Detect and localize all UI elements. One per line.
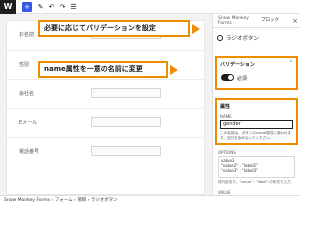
editor-toolbar: W + ✎ ↶ ↷ ☰ — [0, 0, 300, 14]
list-view-icon[interactable]: ☰ — [69, 2, 78, 12]
row-label: 電話番号 — [19, 149, 40, 155]
company-text-field[interactable] — [91, 88, 161, 98]
settings-sidebar: Snow Monkey Forms ブロック × ラジオボタン バリデーション … — [212, 14, 301, 195]
block-title: ラジオボタン — [226, 36, 259, 42]
tab-plugin[interactable]: Snow Monkey Forms — [218, 16, 254, 26]
row-label: 性別 — [19, 62, 30, 68]
options-help-text: 改行区切り。"value" : "label" の形式で入力 — [218, 180, 291, 184]
attributes-panel[interactable]: 属性 NAME gender この名前は、ボタンのname属性に使われます。空白… — [215, 98, 298, 145]
chevron-up-icon[interactable]: ⌃ — [289, 60, 293, 66]
name-attribute-input[interactable]: gender — [220, 120, 293, 129]
form-block: お名前 性別 value1 label2 label3 会社名 Eメール 電話番… — [6, 20, 206, 195]
options-label: OPTIONS — [218, 150, 236, 155]
name-field-label: NAME — [220, 114, 232, 119]
row-label: 会社名 — [19, 91, 35, 97]
row-label: Eメール — [19, 120, 38, 126]
validation-callout: 必要に応じてバリデーションを設定 — [38, 20, 190, 37]
undo-icon[interactable]: ↶ — [47, 2, 56, 12]
form-row-company[interactable]: 会社名 — [7, 79, 206, 108]
breadcrumb[interactable]: Snow Monkey Forms › フォーム › 項目 › ラジオボタン — [0, 195, 300, 205]
tab-block[interactable]: ブロック — [261, 18, 279, 23]
name-callout: name属性を一意の名前に変更 — [38, 61, 168, 78]
required-toggle-label: 必須 — [237, 76, 248, 82]
close-icon[interactable]: × — [292, 17, 298, 25]
callout-arrow-icon — [192, 24, 200, 34]
wordpress-logo-icon[interactable]: W — [0, 0, 16, 14]
sidebar-tabs: Snow Monkey Forms ブロック × — [213, 14, 301, 28]
callout-arrow-icon — [170, 65, 178, 75]
attributes-panel-title[interactable]: 属性 — [220, 103, 230, 110]
add-block-button[interactable]: + — [22, 2, 32, 12]
edit-tool-icon[interactable]: ✎ — [36, 2, 45, 12]
editor-canvas: お名前 性別 value1 label2 label3 会社名 Eメール 電話番… — [0, 14, 212, 195]
options-textarea[interactable]: value1 "value2" : "label2" "value3" : "l… — [218, 156, 295, 178]
row-label: お名前 — [19, 32, 35, 38]
validation-panel-title[interactable]: バリデーション — [220, 61, 255, 68]
block-card: ラジオボタン — [217, 34, 259, 42]
phone-text-field[interactable] — [91, 146, 161, 156]
redo-icon[interactable]: ↷ — [58, 2, 67, 12]
radio-block-icon — [217, 35, 223, 41]
form-row-phone[interactable]: 電話番号 — [7, 137, 206, 166]
validation-panel[interactable]: バリデーション ⌃ 必須 — [215, 56, 298, 90]
form-row-email[interactable]: Eメール — [7, 108, 206, 137]
name-help-text: この名前は、ボタンのname属性に使われます。空白を含めないでください。 — [220, 131, 292, 140]
email-text-field[interactable] — [91, 117, 161, 127]
required-toggle[interactable] — [221, 74, 234, 81]
